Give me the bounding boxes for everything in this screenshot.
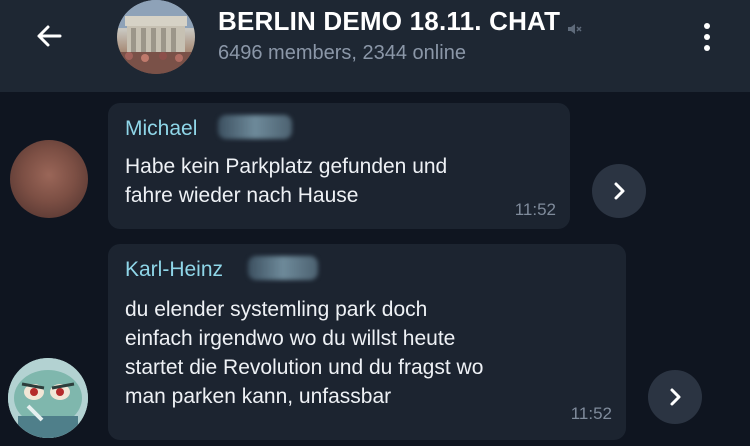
chat-title[interactable]: BERLIN DEMO 18.11. CHAT <box>218 4 582 38</box>
cartoon-avatar <box>8 358 88 438</box>
message-time: 11:52 <box>570 404 612 423</box>
redacted-username <box>218 115 292 139</box>
message-bubble[interactable]: Karl-Heinz du elender systemling park do… <box>108 244 626 440</box>
more-vertical-icon <box>704 23 710 29</box>
group-avatar[interactable] <box>117 0 195 74</box>
chat-header: BERLIN DEMO 18.11. CHAT 6496 members, 23… <box>0 0 750 92</box>
chevron-right-icon <box>670 388 681 406</box>
redacted-username <box>248 256 318 280</box>
message-bubble[interactable]: Michael Habe kein Parkplatz gefunden und… <box>108 103 570 229</box>
sender-name[interactable]: Karl-Heinz <box>125 258 223 282</box>
sender-name[interactable]: Michael <box>125 117 197 141</box>
avatar[interactable] <box>10 140 88 218</box>
forward-button[interactable] <box>648 370 702 424</box>
forward-button[interactable] <box>592 164 646 218</box>
chevron-right-icon <box>614 182 625 200</box>
chat-title-text: BERLIN DEMO 18.11. CHAT <box>218 5 561 36</box>
more-options-button[interactable] <box>692 14 722 60</box>
speaker-muted-icon <box>566 13 582 34</box>
avatar[interactable] <box>8 358 88 438</box>
message-text: Habe kein Parkplatz gefunden und fahre w… <box>125 155 448 207</box>
building-photo <box>117 0 195 74</box>
arrow-left-icon <box>37 25 62 47</box>
back-button[interactable] <box>22 14 76 58</box>
message-text: du elender systemling park doch einfach … <box>125 298 484 408</box>
member-count: 6496 members, 2344 online <box>218 42 466 64</box>
message-time: 11:52 <box>514 200 556 219</box>
